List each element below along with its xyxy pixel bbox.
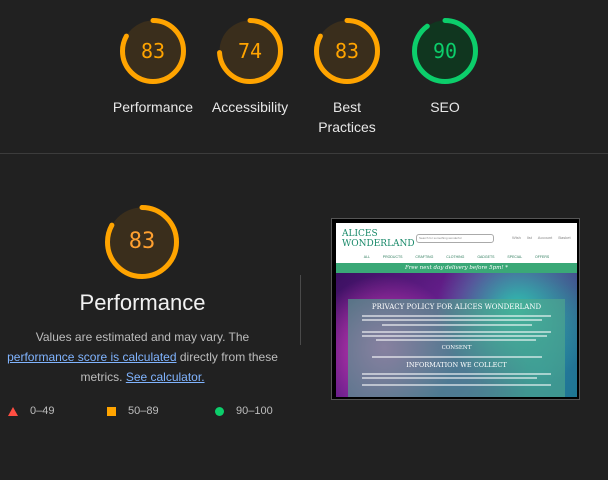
text-line [362, 315, 551, 317]
legend-range: 90–100 [236, 405, 273, 417]
gauge-seo[interactable]: 90 SEO [395, 18, 495, 117]
legend-range: 50–89 [128, 405, 159, 417]
text-line [382, 324, 532, 326]
legend-pass: 90–100 [215, 405, 273, 417]
consent-heading: CONSENT [441, 345, 472, 351]
logo-line-1: ALICES [342, 229, 378, 239]
gauge-performance[interactable]: 83 Performance [103, 18, 203, 117]
score-value: 83 [140, 39, 166, 63]
see-calculator-link[interactable]: See calculator. [126, 370, 205, 384]
score-label: Best Practices [318, 99, 376, 135]
score-label: SEO [430, 99, 460, 115]
site-header-icons: Wish list Account Basket [512, 235, 571, 240]
average-square-icon [107, 406, 116, 416]
privacy-title: PRIVACY POLICY FOR ALICES WONDERLAND [371, 303, 542, 311]
site-hero: PRIVACY POLICY FOR ALICES WONDERLAND CON… [336, 273, 577, 397]
pass-circle-icon [215, 406, 224, 416]
fail-triangle-icon [8, 406, 18, 416]
privacy-panel: PRIVACY POLICY FOR ALICES WONDERLAND CON… [348, 299, 565, 397]
desc-text-1: Values are estimated and may vary. The [35, 330, 250, 344]
final-screenshot[interactable]: ALICES WONDERLAND Search for something w… [331, 218, 580, 400]
text-line [362, 331, 551, 333]
info-heading: INFORMATION WE COLLECT [406, 361, 507, 369]
score-value: 74 [237, 39, 263, 63]
vertical-divider [300, 275, 301, 345]
category-scores: 83 Performance 74 Accessibility 83 Best Pra… [0, 0, 608, 153]
site-nav: ALL PRODUCTS CRAFTING CLOTHING GADGETS S… [363, 255, 550, 259]
score-value: 90 [432, 39, 458, 63]
legend-fail: 0–49 [8, 405, 54, 417]
text-line [362, 384, 551, 386]
performance-description: Values are estimated and may vary. The p… [0, 327, 285, 387]
gauge-accessibility[interactable]: 74 Accessibility [200, 18, 300, 117]
text-line [362, 377, 537, 379]
screenshot-page: ALICES WONDERLAND Search for something w… [336, 223, 577, 397]
legend-average: 50–89 [107, 405, 159, 417]
site-header: ALICES WONDERLAND Search for something w… [336, 223, 577, 251]
site-banner: Free next day delivery before 5pm! * [336, 263, 577, 273]
logo-line-2: WONDERLAND [342, 239, 415, 249]
site-logo: ALICES WONDERLAND [342, 229, 415, 249]
text-line [362, 335, 547, 337]
score-label: Performance [112, 99, 194, 115]
legend-range: 0–49 [30, 405, 55, 417]
section-divider [0, 153, 608, 154]
score-calculated-link[interactable]: performance score is calculated [7, 350, 176, 364]
text-line [372, 356, 542, 358]
score-label: Accessibility [211, 99, 289, 115]
performance-gauge-large: 83 [105, 205, 179, 279]
gauge-best-practices[interactable]: 83 Best Practices [297, 18, 397, 137]
text-line [376, 339, 536, 341]
performance-score-large: 83 [128, 229, 156, 254]
site-search: Search for something wonderful [416, 234, 494, 243]
text-line [362, 373, 551, 375]
text-line [362, 319, 542, 321]
performance-title: Performance [79, 290, 206, 315]
score-value: 83 [334, 39, 360, 63]
